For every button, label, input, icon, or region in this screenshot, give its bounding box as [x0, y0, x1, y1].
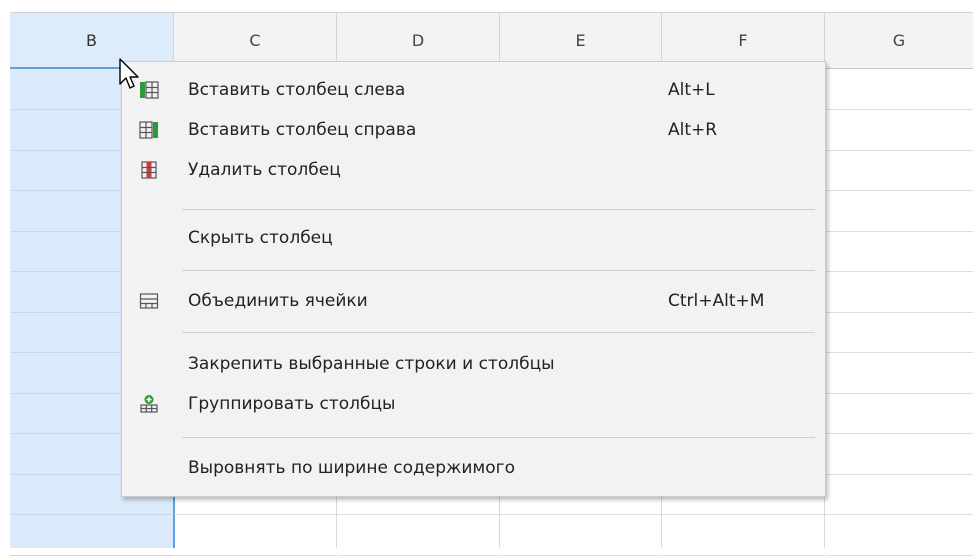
menu-item-autofit-width[interactable]: Выровнять по ширине содержимого [122, 448, 825, 488]
row-gridline [500, 514, 661, 515]
menu-item-group-columns[interactable]: Группировать столбцы [122, 384, 825, 424]
column-g-cells[interactable] [825, 69, 973, 556]
group-columns-icon [139, 394, 159, 414]
row-gridline [825, 190, 973, 191]
column-letter: G [892, 31, 906, 50]
menu-item-shortcut: Ctrl+Alt+M [668, 291, 765, 311]
menu-item-label: Скрыть столбец [188, 228, 333, 248]
delete-column-icon [139, 160, 159, 180]
menu-separator [182, 209, 815, 210]
row-gridline [825, 393, 973, 394]
row-gridline [825, 231, 973, 232]
menu-item-merge-cells[interactable]: Объединить ячейки Ctrl+Alt+M [122, 281, 825, 321]
column-letter: B [86, 30, 97, 50]
column-letter: E [575, 31, 586, 50]
row-gridline [825, 433, 973, 434]
row-gridline [825, 271, 973, 272]
mouse-cursor-icon [119, 58, 139, 89]
column-header-g[interactable]: G [825, 12, 973, 69]
row-gridline [825, 514, 973, 515]
menu-item-label: Группировать столбцы [188, 394, 396, 414]
menu-separator [182, 270, 815, 271]
row-gridline [825, 150, 973, 151]
menu-item-label: Удалить столбец [188, 160, 341, 180]
column-context-menu[interactable]: Вставить столбец слева Alt+L Вставить ст… [121, 61, 826, 497]
menu-item-label: Вставить столбец справа [188, 120, 417, 140]
column-letter: D [411, 31, 425, 50]
menu-item-label: Объединить ячейки [188, 291, 368, 311]
column-letter: C [249, 31, 261, 50]
menu-item-shortcut: Alt+L [668, 80, 715, 100]
menu-item-label: Выровнять по ширине содержимого [188, 458, 515, 478]
row-gridline [337, 514, 499, 515]
row-gridline [662, 514, 824, 515]
row-gridline [825, 109, 973, 110]
column-letter: F [738, 31, 748, 50]
insert-column-right-icon [139, 120, 159, 140]
menu-item-shortcut: Alt+R [668, 120, 718, 140]
menu-item-hide-column[interactable]: Скрыть столбец [122, 218, 825, 258]
row-gridline [174, 514, 336, 515]
menu-item-label: Закрепить выбранные строки и столбцы [188, 354, 555, 374]
menu-separator [182, 332, 815, 333]
menu-item-label: Вставить столбец слева [188, 80, 406, 100]
menu-item-delete-column[interactable]: Удалить столбец [122, 150, 825, 190]
menu-item-freeze-rows-columns[interactable]: Закрепить выбранные строки и столбцы [122, 344, 825, 384]
row-gridline [825, 474, 973, 475]
row-gridline [825, 312, 973, 313]
menu-separator [182, 437, 815, 438]
row-gridline [825, 352, 973, 353]
merge-cells-icon [139, 291, 159, 311]
menu-item-insert-column-right[interactable]: Вставить столбец справа Alt+R [122, 110, 825, 150]
row-gridline [10, 514, 173, 515]
menu-item-insert-column-left[interactable]: Вставить столбец слева Alt+L [122, 70, 825, 110]
window-top-strip [0, 0, 973, 12]
